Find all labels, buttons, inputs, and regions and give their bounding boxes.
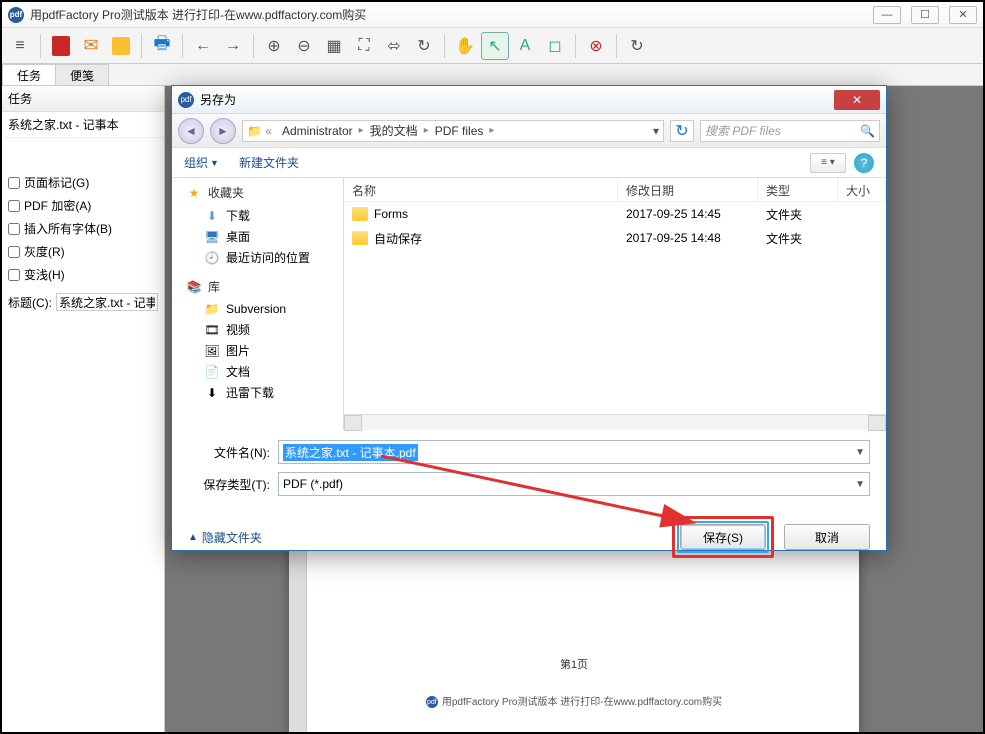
side-tabs: 任务 便笺 <box>2 64 983 86</box>
tree-video[interactable]: 🎞视频 <box>182 319 333 340</box>
hide-folders-link[interactable]: ▲隐藏文件夹 <box>188 529 262 546</box>
hand-tool-icon[interactable]: ✋ <box>451 32 479 60</box>
maximize-button[interactable]: ☐ <box>911 6 939 24</box>
marquee-tool-icon[interactable]: ◻ <box>541 32 569 60</box>
word-button[interactable] <box>107 32 135 60</box>
organize-button[interactable]: 组织 ▼ <box>184 154 219 171</box>
breadcrumb-seg-docs[interactable]: 我的文档 <box>364 122 424 139</box>
dialog-title: 另存为 <box>200 91 236 108</box>
filename-label: 文件名(N): <box>188 444 270 461</box>
new-folder-button[interactable]: 新建文件夹 <box>239 154 299 171</box>
dialog-close-button[interactable]: ✕ <box>834 90 880 110</box>
col-name[interactable]: 名称 <box>344 178 618 201</box>
thumbnails-icon[interactable]: ▦ <box>320 32 348 60</box>
minimize-button[interactable]: — <box>873 6 901 24</box>
col-date[interactable]: 修改日期 <box>618 178 758 201</box>
page-footer: pdf用pdfFactory Pro测试版本 进行打印-在www.pdffact… <box>289 693 859 708</box>
save-button[interactable]: 保存(S) <box>680 524 766 550</box>
window-title: 用pdfFactory Pro测试版本 进行打印-在www.pdffactory… <box>30 6 366 23</box>
fit-width-icon[interactable]: ⬄ <box>380 32 408 60</box>
dropdown-icon[interactable]: ▼ <box>855 479 865 490</box>
file-list: 名称 修改日期 类型 大小 Forms 2017-09-25 14:45 文件夹… <box>344 178 886 430</box>
app-icon: pdf <box>8 7 24 23</box>
main-titlebar: pdf 用pdfFactory Pro测试版本 进行打印-在www.pdffac… <box>2 2 983 28</box>
menu-icon[interactable]: ≡ <box>6 32 34 60</box>
text-tool-icon[interactable]: A <box>511 32 539 60</box>
save-as-dialog: pdf 另存为 ✕ ◄ ► 📁 « Administrator▸ 我的文档▸ P… <box>171 85 887 551</box>
panel-header: 任务 <box>2 86 164 112</box>
check-pdf-encrypt[interactable]: PDF 加密(A) <box>8 197 158 214</box>
close-button[interactable]: ✕ <box>949 6 977 24</box>
save-pdf-button[interactable] <box>47 32 75 60</box>
tree-downloads[interactable]: ⬇下载 <box>182 205 333 226</box>
tree-recent[interactable]: 🕘最近访问的位置 <box>182 247 333 268</box>
cancel-button[interactable]: 取消 <box>784 524 870 550</box>
tree-subversion[interactable]: 📁Subversion <box>182 299 333 319</box>
filetype-select[interactable]: PDF (*.pdf) ▼ <box>278 472 870 496</box>
help-button[interactable]: ? <box>854 153 874 173</box>
zoom-out-icon[interactable]: ⊖ <box>290 32 318 60</box>
breadcrumb[interactable]: 📁 « Administrator▸ 我的文档▸ PDF files▸ ▾ <box>242 120 664 142</box>
breadcrumb-seg-pdf[interactable]: PDF files <box>429 124 490 138</box>
refresh-icon[interactable]: ↻ <box>623 32 651 60</box>
check-page-marks[interactable]: 页面标记(G) <box>8 174 158 191</box>
dropdown-icon[interactable]: ▼ <box>855 447 865 458</box>
nav-forward-button[interactable]: ► <box>210 118 236 144</box>
nav-back-button[interactable]: ◄ <box>178 118 204 144</box>
star-icon: ★ <box>186 185 202 201</box>
col-size[interactable]: 大小 <box>838 178 886 201</box>
tree-thunder[interactable]: ⬇迅雷下载 <box>182 382 333 403</box>
document-item[interactable]: 系统之家.txt - 记事本 <box>2 112 164 138</box>
tree-pictures[interactable]: 🖼图片 <box>182 340 333 361</box>
horizontal-scrollbar[interactable] <box>344 414 886 430</box>
email-button[interactable]: ✉ <box>77 32 105 60</box>
select-tool-icon[interactable]: ↖ <box>481 32 509 60</box>
tab-notes[interactable]: 便笺 <box>55 64 109 85</box>
print-button[interactable]: 🖶 <box>148 32 176 60</box>
breadcrumb-seg-admin[interactable]: Administrator <box>276 124 359 138</box>
back-icon[interactable]: ← <box>189 32 217 60</box>
file-row[interactable]: Forms 2017-09-25 14:45 文件夹 <box>344 202 886 226</box>
check-embed-fonts[interactable]: 插入所有字体(B) <box>8 220 158 237</box>
check-grayscale[interactable]: 灰度(R) <box>8 243 158 260</box>
col-type[interactable]: 类型 <box>758 178 838 201</box>
folder-icon <box>352 207 368 221</box>
rotate-icon[interactable]: ↻ <box>410 32 438 60</box>
title-label: 标题(C): <box>8 294 52 311</box>
page-number: 第1页 <box>289 656 859 672</box>
tree-desktop[interactable]: 🖥桌面 <box>182 226 333 247</box>
fit-page-icon[interactable]: ⛶ <box>350 32 378 60</box>
nav-refresh-button[interactable]: ↻ <box>670 120 694 142</box>
tab-tasks[interactable]: 任务 <box>2 64 56 85</box>
forward-icon[interactable]: → <box>219 32 247 60</box>
left-panel: 任务 系统之家.txt - 记事本 页面标记(G) PDF 加密(A) 插入所有… <box>2 86 165 732</box>
library-icon: 📚 <box>186 279 202 295</box>
zoom-in-icon[interactable]: ⊕ <box>260 32 288 60</box>
search-input[interactable]: 搜索 PDF files 🔍 <box>700 120 880 142</box>
tree-documents[interactable]: 📄文档 <box>182 361 333 382</box>
delete-tool-icon[interactable]: ⊗ <box>582 32 610 60</box>
check-invert[interactable]: 变浅(H) <box>8 266 158 283</box>
folder-tree: ★收藏夹 ⬇下载 🖥桌面 🕘最近访问的位置 📚库 📁Subversion 🎞视频… <box>172 178 344 430</box>
view-mode-button[interactable]: ≡ ▾ <box>810 153 846 173</box>
folder-icon <box>352 231 368 245</box>
file-row[interactable]: 自动保存 2017-09-25 14:48 文件夹 <box>344 226 886 250</box>
filename-input[interactable]: 系统之家.txt - 记事本.pdf ▼ <box>278 440 870 464</box>
search-icon[interactable]: 🔍 <box>860 124 875 138</box>
title-input[interactable] <box>56 293 158 311</box>
filetype-label: 保存类型(T): <box>188 476 270 493</box>
main-toolbar: ≡ ✉ 🖶 ← → ⊕ ⊖ ▦ ⛶ ⬄ ↻ ✋ ↖ A ◻ ⊗ ↻ <box>2 28 983 64</box>
dialog-icon: pdf <box>178 92 194 108</box>
